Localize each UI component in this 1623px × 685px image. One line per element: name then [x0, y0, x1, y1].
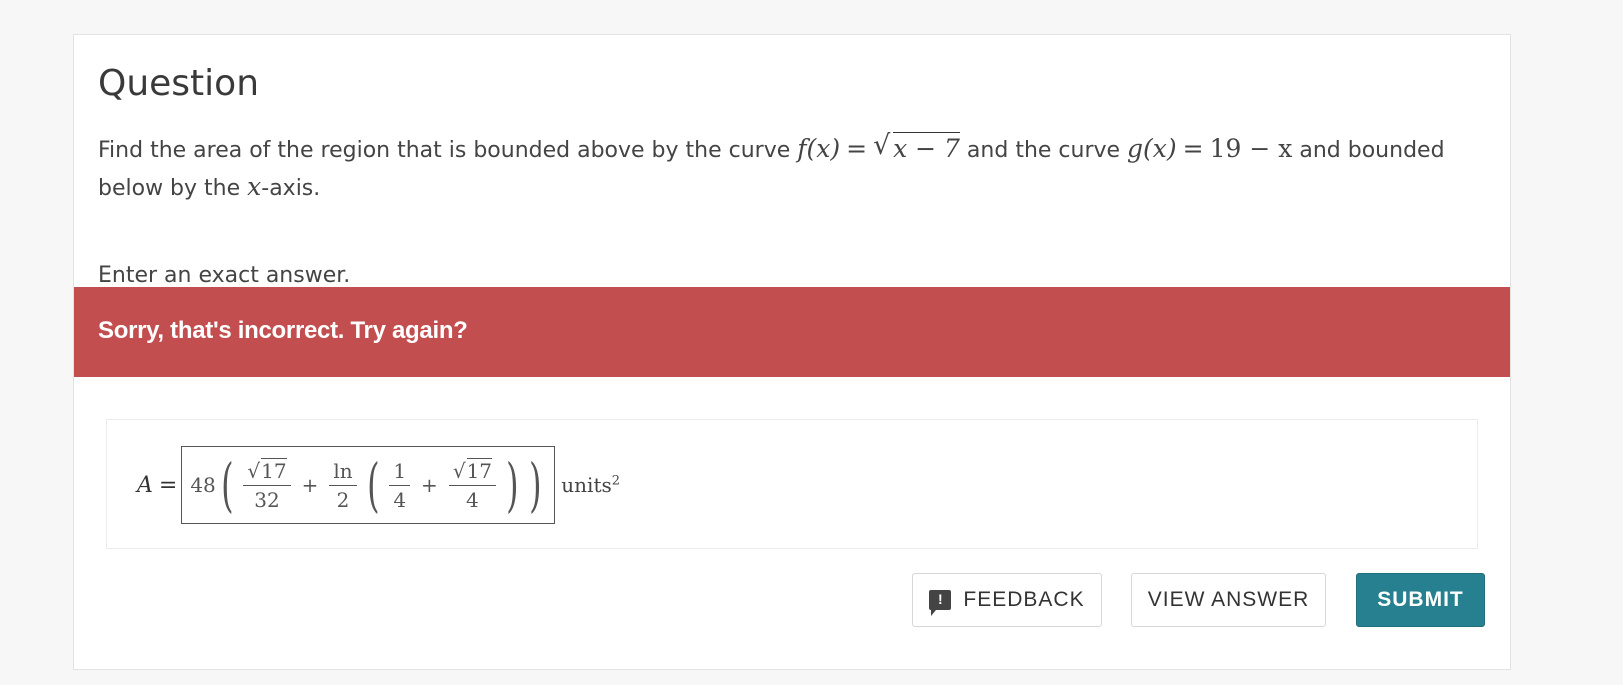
units-label: units2	[561, 473, 621, 497]
right-paren: )	[528, 451, 542, 519]
fraction-denominator: 4	[393, 487, 407, 512]
page-title: Question	[98, 63, 260, 104]
answer-container: A = 48 ( √ 17 32 + ln 2 ( 1 4 + √ 17 4)…	[106, 419, 1478, 549]
plus-sign: +	[421, 473, 438, 497]
math-g: g(x) = 19 − x	[1127, 134, 1292, 163]
question-prompt: Find the area of the region that is boun…	[98, 130, 1478, 207]
prompt-text: -axis.	[261, 176, 321, 201]
comment-alert-icon: !	[929, 590, 952, 616]
answer-input[interactable]: 48 ( √ 17 32 + ln 2 ( 1 4 + √ 17 4))	[181, 446, 556, 524]
equals-sign: =	[1182, 134, 1204, 163]
x-variable: x	[247, 172, 262, 201]
submit-label: SUBMIT	[1377, 588, 1464, 611]
fraction-denominator: 2	[336, 487, 350, 512]
fraction-numerator: √ 17	[448, 458, 497, 486]
sqrt-expression: √ x − 7	[873, 130, 960, 163]
answer-variable: A	[137, 472, 153, 498]
view-answer-label: VIEW ANSWER	[1147, 588, 1310, 611]
fraction-denominator: 4	[466, 488, 479, 512]
feedback-label: FEEDBACK	[963, 588, 1085, 611]
plus-sign: +	[301, 473, 319, 497]
fraction-1-over-4: 1 4	[389, 459, 411, 512]
answer-instruction: Enter an exact answer.	[98, 263, 351, 288]
coefficient: 48	[190, 473, 216, 497]
fraction-sqrt17-over-4: √ 17 4	[448, 458, 497, 512]
fraction-sqrt17-over-32: √ 17 32	[243, 458, 291, 512]
left-paren: (	[366, 451, 380, 519]
prompt-text: Find the area of the region that is boun…	[98, 138, 798, 163]
radicand: x − 7	[893, 132, 960, 163]
f-label: f(x)	[797, 134, 841, 163]
fraction-denominator: 32	[254, 488, 280, 512]
view-answer-button[interactable]: VIEW ANSWER	[1131, 573, 1326, 627]
alert-message: Sorry, that's incorrect. Try again?	[98, 317, 468, 344]
question-card: Question Find the area of the region tha…	[73, 34, 1511, 670]
g-label: g(x)	[1127, 134, 1177, 163]
incorrect-alert: Sorry, that's incorrect. Try again?	[74, 287, 1510, 377]
answer-equation: A = 48 ( √ 17 32 + ln 2 ( 1 4 + √ 17 4)…	[137, 446, 621, 524]
g-expression: 19 − x	[1209, 134, 1293, 163]
submit-button[interactable]: SUBMIT	[1356, 573, 1485, 627]
prompt-text: and the curve	[959, 138, 1128, 163]
right-paren: )	[506, 451, 519, 519]
equals-sign: =	[158, 472, 178, 498]
left-paren: (	[220, 451, 234, 519]
math-f: f(x) = √ x − 7	[797, 130, 960, 163]
fraction-numerator: ln	[329, 459, 357, 486]
fraction-ln-over-2: ln 2	[329, 459, 357, 512]
fraction-numerator: √ 17	[243, 458, 291, 486]
feedback-button[interactable]: ! FEEDBACK	[912, 573, 1102, 627]
equals-sign: =	[846, 134, 868, 163]
fraction-numerator: 1	[389, 459, 411, 486]
